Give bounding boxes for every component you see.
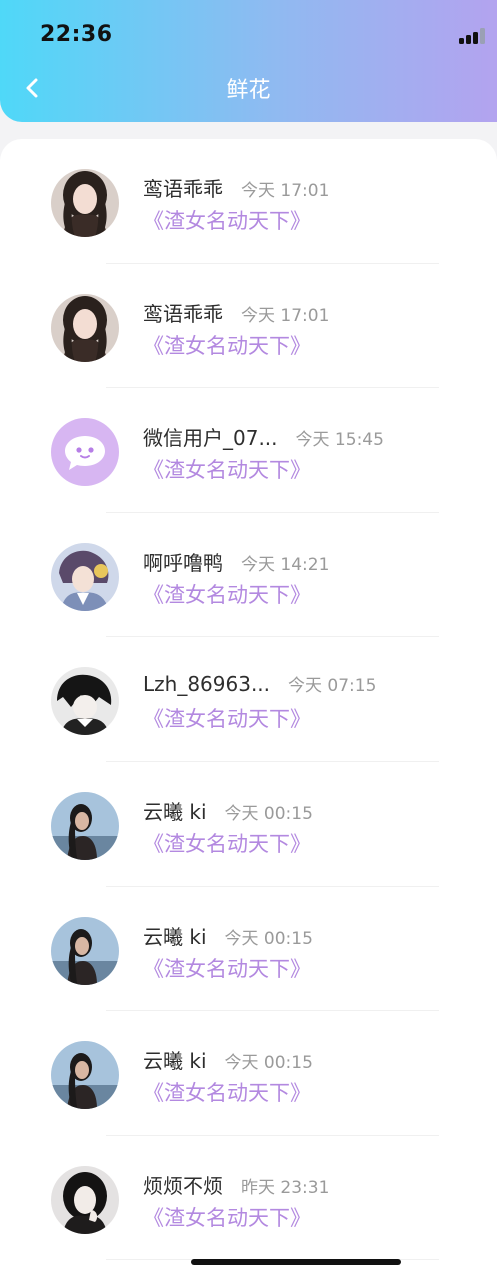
list-item[interactable]: 微信用户_07... 今天 15:45 《渣女名动天下》 bbox=[0, 388, 497, 513]
timestamp: 今天 00:15 bbox=[224, 928, 313, 949]
timestamp: 今天 15:45 bbox=[295, 430, 384, 451]
list-item[interactable]: Lzh_86963... 今天 07:15 《渣女名动天下》 bbox=[0, 637, 497, 762]
user-name: 云曦 ki bbox=[143, 924, 207, 949]
avatar[interactable] bbox=[51, 169, 119, 237]
header-bar: 22:36 鲜花 bbox=[0, 0, 497, 122]
timestamp: 今天 17:01 bbox=[241, 305, 330, 326]
book-title[interactable]: 《渣女名动天下》 bbox=[143, 579, 311, 609]
list-item[interactable]: 云曦 ki 今天 00:15 《渣女名动天下》 bbox=[0, 762, 497, 887]
home-indicator[interactable] bbox=[191, 1259, 401, 1265]
book-title[interactable]: 《渣女名动天下》 bbox=[143, 205, 311, 235]
avatar[interactable] bbox=[51, 791, 119, 860]
timestamp: 今天 14:21 bbox=[241, 554, 330, 575]
book-title[interactable]: 《渣女名动天下》 bbox=[143, 828, 311, 858]
user-name: 啊呼噜鸭 bbox=[143, 550, 223, 575]
timestamp: 今天 17:01 bbox=[241, 181, 330, 201]
signal-icon bbox=[459, 28, 487, 44]
status-time: 22:36 bbox=[40, 22, 113, 47]
list-item[interactable]: 烦烦不烦 昨天 23:31 《渣女名动天下》 bbox=[0, 1136, 497, 1261]
flower-list: 鸾语乖乖 今天 17:01 《渣女名动天下》 鸾语乖乖 今天 17:01 《渣女… bbox=[0, 139, 497, 1280]
user-name: 云曦 ki bbox=[143, 799, 207, 824]
avatar[interactable] bbox=[51, 1041, 119, 1110]
avatar[interactable] bbox=[51, 916, 119, 985]
avatar[interactable] bbox=[51, 418, 119, 487]
list-item[interactable]: 鸾语乖乖 今天 17:01 《渣女名动天下》 bbox=[0, 139, 497, 264]
user-name: 云曦 ki bbox=[143, 1049, 207, 1074]
timestamp: 今天 00:15 bbox=[224, 1053, 313, 1074]
user-name: 鸾语乖乖 bbox=[143, 177, 223, 201]
book-title[interactable]: 《渣女名动天下》 bbox=[143, 1202, 311, 1232]
book-title[interactable]: 《渣女名动天下》 bbox=[143, 1077, 311, 1107]
user-name: 微信用户_07... bbox=[143, 426, 278, 451]
user-name: Lzh_86963... bbox=[143, 672, 271, 697]
timestamp: 今天 00:15 bbox=[224, 803, 313, 824]
timestamp: 昨天 23:31 bbox=[241, 1177, 330, 1198]
avatar[interactable] bbox=[51, 542, 119, 611]
book-title[interactable]: 《渣女名动天下》 bbox=[143, 953, 311, 983]
book-title[interactable]: 《渣女名动天下》 bbox=[143, 703, 311, 733]
avatar[interactable] bbox=[51, 667, 119, 736]
page-title: 鲜花 bbox=[226, 78, 271, 103]
list-item[interactable]: 云曦 ki 今天 00:15 《渣女名动天下》 bbox=[0, 1011, 497, 1136]
list-item[interactable]: 鸾语乖乖 今天 17:01 《渣女名动天下》 bbox=[0, 264, 497, 389]
user-name: 鸾语乖乖 bbox=[143, 301, 223, 326]
list-item[interactable]: 啊呼噜鸭 今天 14:21 《渣女名动天下》 bbox=[0, 513, 497, 638]
book-title[interactable]: 《渣女名动天下》 bbox=[143, 330, 311, 360]
timestamp: 今天 07:15 bbox=[288, 676, 377, 697]
book-title[interactable]: 《渣女名动天下》 bbox=[143, 454, 311, 484]
avatar[interactable] bbox=[51, 293, 119, 362]
user-name: 烦烦不烦 bbox=[143, 1173, 223, 1198]
list-item[interactable]: 云曦 ki 今天 00:15 《渣女名动天下》 bbox=[0, 887, 497, 1012]
default-chat-avatar-icon bbox=[51, 418, 119, 487]
avatar[interactable] bbox=[51, 1165, 119, 1234]
